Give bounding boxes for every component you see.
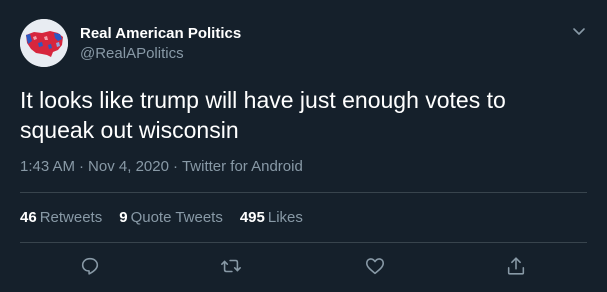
author-handle[interactable]: @RealAPolitics [80, 45, 184, 62]
quote-tweets-label: Quote Tweets [130, 209, 223, 226]
retweets-count: 46 [20, 209, 37, 226]
likes-stat[interactable]: 495 Likes [240, 209, 303, 226]
likes-count: 495 [239, 209, 265, 226]
author-display-name[interactable]: Real American Politics [80, 25, 241, 42]
meta-separator: · [172, 158, 178, 175]
likes-label: Likes [267, 209, 303, 226]
divider [20, 192, 587, 193]
tweet-date[interactable]: Nov 4, 2020 [88, 158, 169, 175]
tweet-source[interactable]: Twitter for Android [182, 158, 303, 175]
retweet-icon[interactable] [220, 255, 242, 277]
retweets-label: Retweets [39, 209, 103, 226]
divider [20, 242, 587, 243]
quote-tweets-count: 9 [119, 209, 128, 226]
chevron-down-icon[interactable] [570, 22, 588, 40]
avatar[interactable] [20, 19, 68, 67]
share-icon[interactable] [505, 255, 527, 277]
tweet-meta: 1:43 AM · Nov 4, 2020 · Twitter for Android [20, 158, 303, 175]
quote-tweets-stat[interactable]: 9 Quote Tweets [119, 209, 223, 226]
tweet-stats: 46 Retweets 9 Quote Tweets 495 Likes [20, 209, 320, 226]
meta-separator: · [79, 158, 85, 175]
like-icon[interactable] [364, 255, 386, 277]
tweet-card: Real American Politics @RealAPolitics It… [0, 0, 607, 292]
us-map-avatar-icon [20, 19, 68, 67]
retweets-stat[interactable]: 46 Retweets [20, 209, 102, 226]
tweet-text: It looks like trump will have just enoug… [20, 87, 506, 143]
tweet-time[interactable]: 1:43 AM [20, 158, 75, 175]
reply-icon[interactable] [79, 255, 101, 277]
